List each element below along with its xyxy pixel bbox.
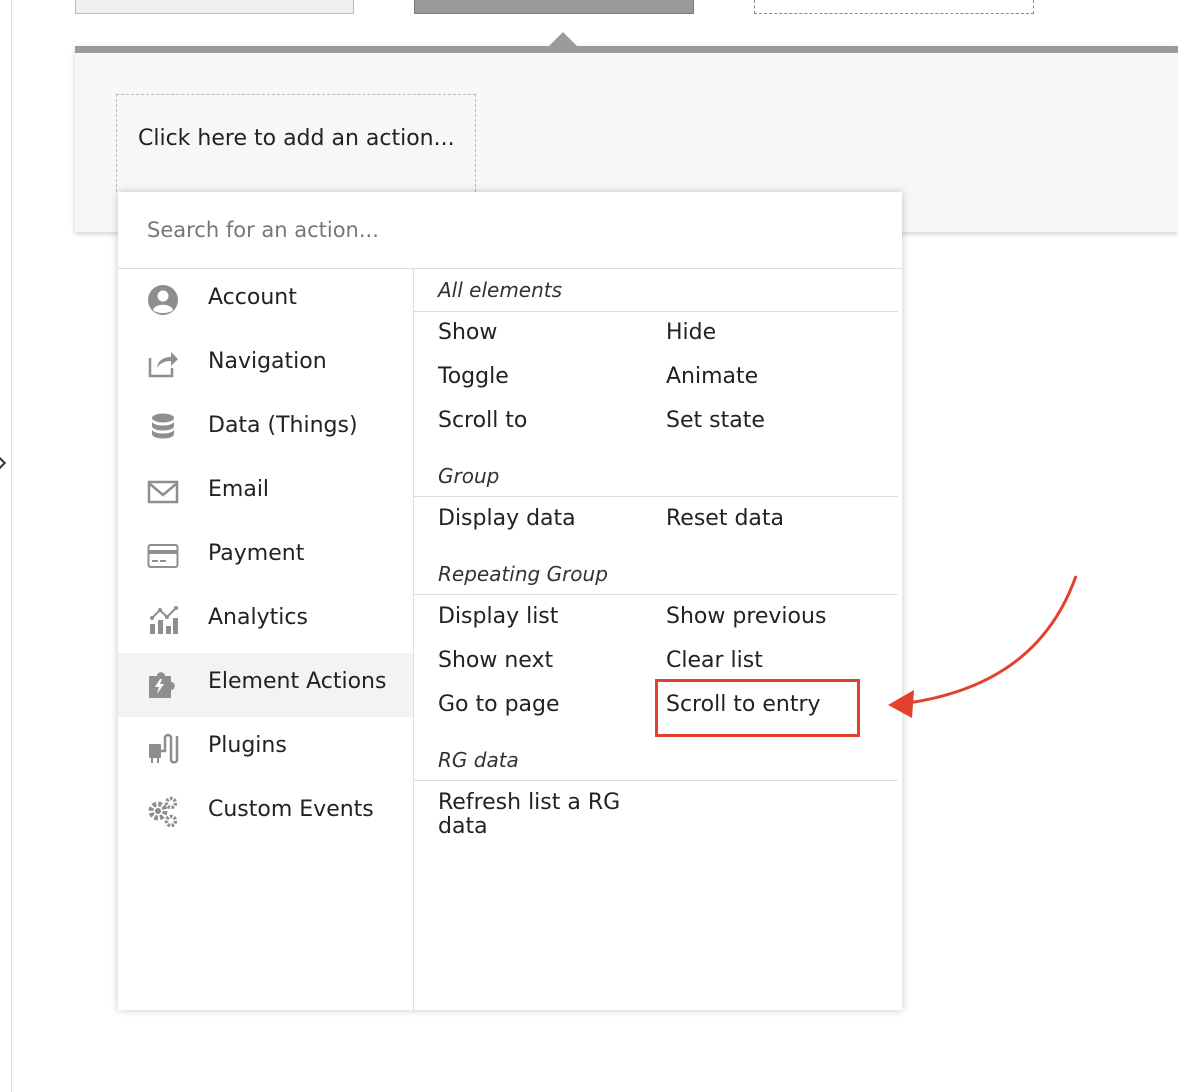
add-action-label: Click here to add an action... [138,126,455,151]
category-label: Analytics [208,605,308,630]
category-data-things[interactable]: Data (Things) [118,397,413,461]
category-element-actions[interactable]: Element Actions [118,653,413,717]
section-divider [414,780,898,781]
annotation-highlight-box [655,679,860,737]
section-heading-repeating-group: Repeating Group [438,562,608,586]
section-heading-rg-data: RG data [438,748,519,772]
puzzle-icon [149,672,175,698]
element-box-1[interactable] [75,0,354,14]
element-box-empty[interactable] [754,0,1034,14]
action-display-data[interactable]: Display data [438,506,576,531]
analytics-icon [150,606,178,634]
account-icon [148,285,178,315]
category-label: Payment [208,541,305,566]
category-label: Custom Events [208,797,374,822]
action-refresh-list-rg-data[interactable]: Refresh list a RG data [438,791,638,839]
category-email[interactable]: Email [118,461,413,525]
category-analytics[interactable]: Analytics [118,589,413,653]
action-display-list[interactable]: Display list [438,604,558,629]
add-action-button[interactable]: Click here to add an action... [116,94,476,192]
action-show-next[interactable]: Show next [438,648,553,673]
annotation-arrow-icon [888,575,1078,718]
plug-icon [149,733,179,764]
collapse-arrow-icon[interactable] [0,455,7,471]
action-animate[interactable]: Animate [666,364,758,389]
action-hide[interactable]: Hide [666,320,716,345]
action-list: All elements Show Hide Toggle Animate Sc… [414,269,902,1010]
category-label: Data (Things) [208,413,358,438]
search-input[interactable] [147,212,867,248]
category-payment[interactable]: Payment [118,525,413,589]
action-show-previous[interactable]: Show previous [666,604,826,629]
action-clear-list[interactable]: Clear list [666,648,763,673]
category-label: Navigation [208,349,327,374]
action-scroll-to[interactable]: Scroll to [438,408,527,433]
panel-pointer [549,32,577,46]
category-plugins[interactable]: Plugins [118,717,413,781]
action-toggle[interactable]: Toggle [438,364,509,389]
category-label: Account [208,285,297,310]
category-account[interactable]: Account [118,269,413,333]
database-icon [152,413,174,439]
section-divider [414,594,898,595]
search-bar [118,192,902,269]
section-heading-group: Group [438,464,500,488]
action-show[interactable]: Show [438,320,497,345]
category-custom-events[interactable]: Custom Events [118,781,413,845]
email-icon [147,480,179,504]
section-heading-all-elements: All elements [438,278,563,302]
category-list: Account Navigation Data (Things) Email P… [118,269,414,1010]
gears-icon [148,796,178,828]
navigation-icon [148,352,178,378]
category-label: Email [208,477,270,502]
left-divider [11,0,12,1092]
section-divider [414,311,898,312]
action-picker-dropdown: Account Navigation Data (Things) Email [118,192,902,1010]
element-box-selected[interactable] [414,0,694,14]
panel-top-bar [75,46,1178,53]
credit-card-icon [147,544,179,568]
category-label: Plugins [208,733,287,758]
category-label: Element Actions [208,669,387,694]
section-divider [414,496,898,497]
category-navigation[interactable]: Navigation [118,333,413,397]
action-go-to-page[interactable]: Go to page [438,692,560,717]
action-reset-data[interactable]: Reset data [666,506,784,531]
action-set-state[interactable]: Set state [666,408,765,433]
